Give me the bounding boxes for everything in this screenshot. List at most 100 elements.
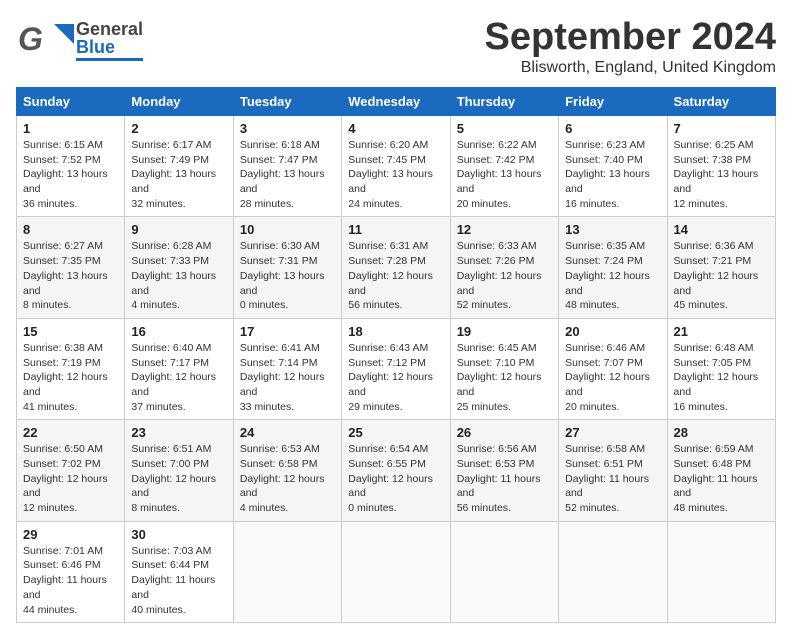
calendar-cell: 15 Sunrise: 6:38 AMSunset: 7:19 PMDaylig… [17, 318, 125, 419]
calendar-cell: 2 Sunrise: 6:17 AMSunset: 7:49 PMDayligh… [125, 116, 233, 217]
day-info: Sunrise: 6:43 AMSunset: 7:12 PMDaylight:… [348, 342, 433, 413]
calendar-cell [450, 521, 558, 622]
day-number: 18 [348, 324, 443, 339]
logo-icon: G [16, 16, 76, 64]
day-number: 2 [131, 121, 226, 136]
calendar-week-row: 1 Sunrise: 6:15 AMSunset: 7:52 PMDayligh… [17, 116, 776, 217]
day-info: Sunrise: 6:25 AMSunset: 7:38 PMDaylight:… [674, 139, 759, 210]
day-number: 15 [23, 324, 118, 339]
day-info: Sunrise: 6:58 AMSunset: 6:51 PMDaylight:… [565, 443, 649, 514]
day-info: Sunrise: 6:53 AMSunset: 6:58 PMDaylight:… [240, 443, 325, 514]
calendar-cell: 6 Sunrise: 6:23 AMSunset: 7:40 PMDayligh… [559, 116, 667, 217]
calendar-cell: 22 Sunrise: 6:50 AMSunset: 7:02 PMDaylig… [17, 420, 125, 521]
column-header-tuesday: Tuesday [233, 88, 341, 116]
day-info: Sunrise: 6:31 AMSunset: 7:28 PMDaylight:… [348, 240, 433, 311]
calendar-cell: 7 Sunrise: 6:25 AMSunset: 7:38 PMDayligh… [667, 116, 775, 217]
day-number: 16 [131, 324, 226, 339]
calendar-cell: 23 Sunrise: 6:51 AMSunset: 7:00 PMDaylig… [125, 420, 233, 521]
calendar-cell [667, 521, 775, 622]
day-number: 9 [131, 222, 226, 237]
day-info: Sunrise: 6:48 AMSunset: 7:05 PMDaylight:… [674, 342, 759, 413]
day-info: Sunrise: 6:22 AMSunset: 7:42 PMDaylight:… [457, 139, 542, 210]
day-info: Sunrise: 6:56 AMSunset: 6:53 PMDaylight:… [457, 443, 541, 514]
day-info: Sunrise: 6:28 AMSunset: 7:33 PMDaylight:… [131, 240, 216, 311]
logo-text: General Blue [76, 20, 143, 61]
day-info: Sunrise: 7:03 AMSunset: 6:44 PMDaylight:… [131, 545, 215, 616]
day-info: Sunrise: 6:40 AMSunset: 7:17 PMDaylight:… [131, 342, 216, 413]
calendar-cell: 12 Sunrise: 6:33 AMSunset: 7:26 PMDaylig… [450, 217, 558, 318]
calendar-week-row: 29 Sunrise: 7:01 AMSunset: 6:46 PMDaylig… [17, 521, 776, 622]
day-number: 13 [565, 222, 660, 237]
column-header-monday: Monday [125, 88, 233, 116]
logo: G General Blue [16, 16, 143, 64]
day-info: Sunrise: 6:20 AMSunset: 7:45 PMDaylight:… [348, 139, 433, 210]
day-info: Sunrise: 6:35 AMSunset: 7:24 PMDaylight:… [565, 240, 650, 311]
calendar-cell: 17 Sunrise: 6:41 AMSunset: 7:14 PMDaylig… [233, 318, 341, 419]
day-number: 1 [23, 121, 118, 136]
day-number: 23 [131, 425, 226, 440]
calendar-cell: 29 Sunrise: 7:01 AMSunset: 6:46 PMDaylig… [17, 521, 125, 622]
day-number: 5 [457, 121, 552, 136]
day-number: 27 [565, 425, 660, 440]
calendar-cell: 13 Sunrise: 6:35 AMSunset: 7:24 PMDaylig… [559, 217, 667, 318]
calendar-cell: 14 Sunrise: 6:36 AMSunset: 7:21 PMDaylig… [667, 217, 775, 318]
calendar-cell: 25 Sunrise: 6:54 AMSunset: 6:55 PMDaylig… [342, 420, 450, 521]
day-info: Sunrise: 6:17 AMSunset: 7:49 PMDaylight:… [131, 139, 216, 210]
calendar-cell: 21 Sunrise: 6:48 AMSunset: 7:05 PMDaylig… [667, 318, 775, 419]
day-number: 11 [348, 222, 443, 237]
day-number: 8 [23, 222, 118, 237]
calendar-cell: 4 Sunrise: 6:20 AMSunset: 7:45 PMDayligh… [342, 116, 450, 217]
day-info: Sunrise: 6:46 AMSunset: 7:07 PMDaylight:… [565, 342, 650, 413]
calendar-cell: 18 Sunrise: 6:43 AMSunset: 7:12 PMDaylig… [342, 318, 450, 419]
day-number: 17 [240, 324, 335, 339]
day-info: Sunrise: 7:01 AMSunset: 6:46 PMDaylight:… [23, 545, 107, 616]
calendar-table: SundayMondayTuesdayWednesdayThursdayFrid… [16, 87, 776, 623]
day-info: Sunrise: 6:27 AMSunset: 7:35 PMDaylight:… [23, 240, 108, 311]
calendar-cell: 16 Sunrise: 6:40 AMSunset: 7:17 PMDaylig… [125, 318, 233, 419]
day-info: Sunrise: 6:38 AMSunset: 7:19 PMDaylight:… [23, 342, 108, 413]
day-number: 26 [457, 425, 552, 440]
day-number: 4 [348, 121, 443, 136]
calendar-cell: 24 Sunrise: 6:53 AMSunset: 6:58 PMDaylig… [233, 420, 341, 521]
day-number: 25 [348, 425, 443, 440]
day-info: Sunrise: 6:45 AMSunset: 7:10 PMDaylight:… [457, 342, 542, 413]
calendar-cell [233, 521, 341, 622]
calendar-cell: 30 Sunrise: 7:03 AMSunset: 6:44 PMDaylig… [125, 521, 233, 622]
calendar-week-row: 22 Sunrise: 6:50 AMSunset: 7:02 PMDaylig… [17, 420, 776, 521]
column-header-thursday: Thursday [450, 88, 558, 116]
calendar-week-row: 8 Sunrise: 6:27 AMSunset: 7:35 PMDayligh… [17, 217, 776, 318]
day-info: Sunrise: 6:51 AMSunset: 7:00 PMDaylight:… [131, 443, 216, 514]
calendar-cell: 27 Sunrise: 6:58 AMSunset: 6:51 PMDaylig… [559, 420, 667, 521]
calendar-cell: 8 Sunrise: 6:27 AMSunset: 7:35 PMDayligh… [17, 217, 125, 318]
column-header-sunday: Sunday [17, 88, 125, 116]
location: Blisworth, England, United Kingdom [485, 59, 777, 77]
day-number: 6 [565, 121, 660, 136]
calendar-cell: 1 Sunrise: 6:15 AMSunset: 7:52 PMDayligh… [17, 116, 125, 217]
day-number: 7 [674, 121, 769, 136]
svg-text:G: G [18, 21, 43, 57]
month-title: September 2024 [485, 16, 777, 59]
day-number: 3 [240, 121, 335, 136]
title-section: September 2024 Blisworth, England, Unite… [485, 16, 777, 77]
day-number: 10 [240, 222, 335, 237]
day-info: Sunrise: 6:50 AMSunset: 7:02 PMDaylight:… [23, 443, 108, 514]
day-info: Sunrise: 6:59 AMSunset: 6:48 PMDaylight:… [674, 443, 758, 514]
calendar-cell: 9 Sunrise: 6:28 AMSunset: 7:33 PMDayligh… [125, 217, 233, 318]
day-number: 22 [23, 425, 118, 440]
day-info: Sunrise: 6:23 AMSunset: 7:40 PMDaylight:… [565, 139, 650, 210]
day-info: Sunrise: 6:41 AMSunset: 7:14 PMDaylight:… [240, 342, 325, 413]
calendar-cell: 19 Sunrise: 6:45 AMSunset: 7:10 PMDaylig… [450, 318, 558, 419]
calendar-cell: 28 Sunrise: 6:59 AMSunset: 6:48 PMDaylig… [667, 420, 775, 521]
day-info: Sunrise: 6:33 AMSunset: 7:26 PMDaylight:… [457, 240, 542, 311]
day-number: 30 [131, 527, 226, 542]
page-header: G General Blue September 2024 Blisworth,… [16, 16, 776, 77]
day-number: 28 [674, 425, 769, 440]
day-number: 19 [457, 324, 552, 339]
calendar-week-row: 15 Sunrise: 6:38 AMSunset: 7:19 PMDaylig… [17, 318, 776, 419]
calendar-cell: 26 Sunrise: 6:56 AMSunset: 6:53 PMDaylig… [450, 420, 558, 521]
column-header-saturday: Saturday [667, 88, 775, 116]
calendar-header-row: SundayMondayTuesdayWednesdayThursdayFrid… [17, 88, 776, 116]
day-number: 14 [674, 222, 769, 237]
day-info: Sunrise: 6:15 AMSunset: 7:52 PMDaylight:… [23, 139, 108, 210]
calendar-cell [342, 521, 450, 622]
